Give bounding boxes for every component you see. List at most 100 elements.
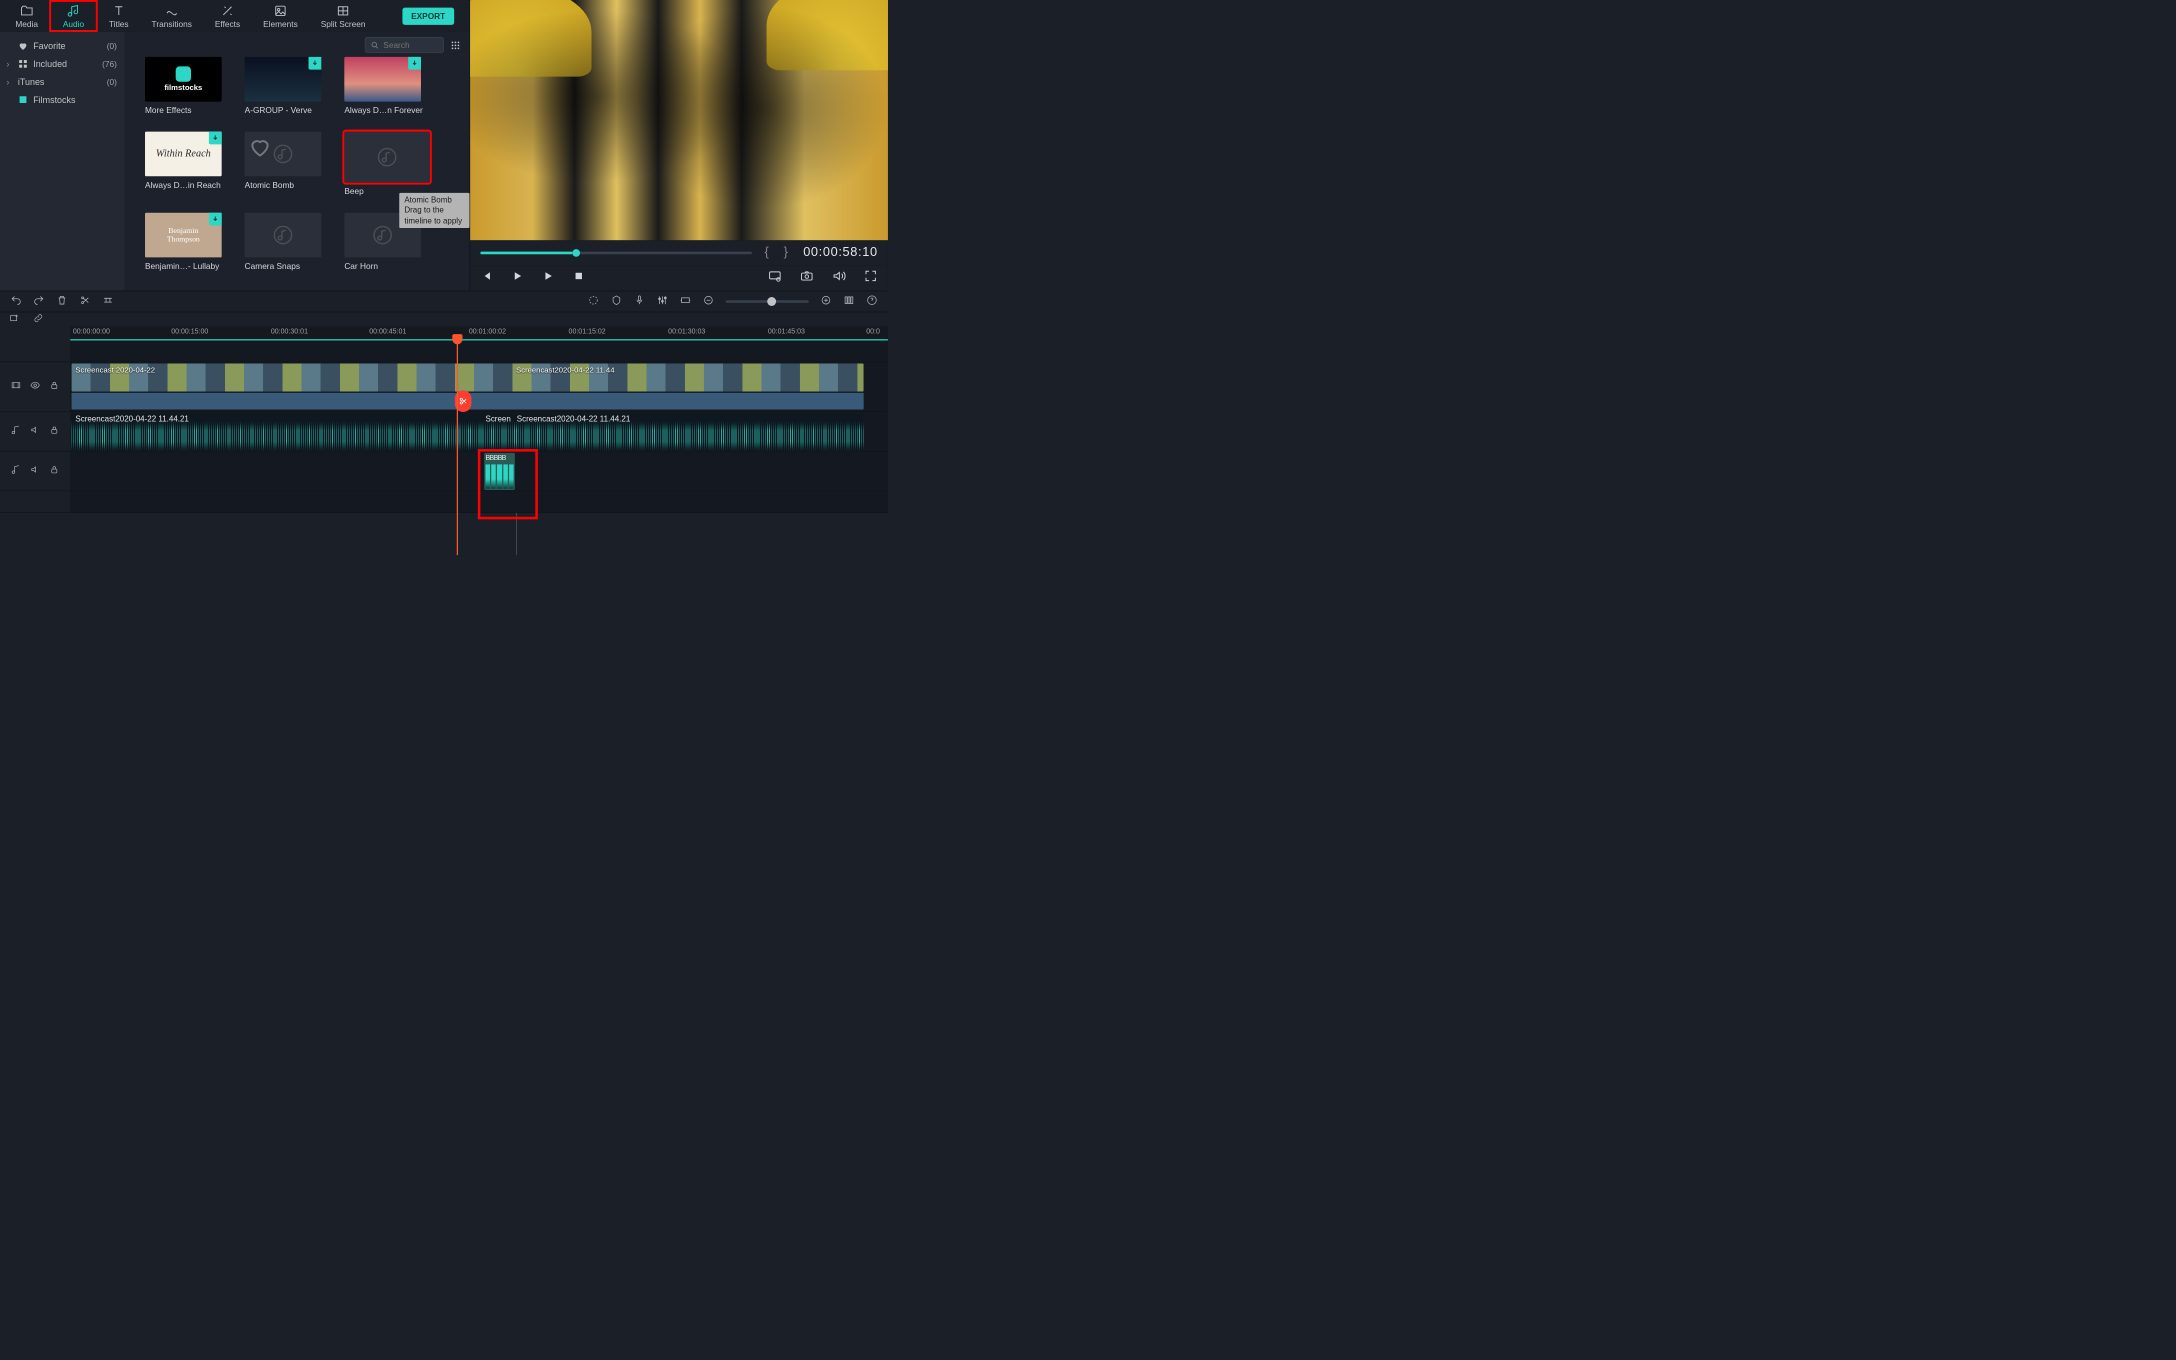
zoom-out-icon[interactable] <box>703 294 714 309</box>
card-label: More Effects <box>145 102 227 115</box>
undo-icon[interactable] <box>10 294 21 309</box>
clip-label: Screencast 2020-04-22 <box>75 365 155 374</box>
ruler-tick: 00:01:15:02 <box>569 328 606 336</box>
search-box[interactable] <box>365 37 444 53</box>
delete-icon[interactable] <box>56 294 67 309</box>
visibility-icon[interactable] <box>30 380 40 393</box>
sidebar-item-included[interactable]: › Included (76) <box>0 55 125 73</box>
clip-label: BBBBB <box>484 453 515 463</box>
card-forever[interactable]: Always D…n Forever <box>344 57 426 115</box>
tab-label: Effects <box>215 19 240 29</box>
brand-text: filmstocks <box>164 83 202 92</box>
display-settings-icon[interactable] <box>768 269 782 286</box>
step-back-button[interactable] <box>480 270 493 286</box>
fit-icon[interactable] <box>680 294 691 309</box>
audio-track-icon <box>11 425 21 438</box>
timeline-mini-toolbar <box>0 312 888 326</box>
video-track: Screencast 2020-04-22 Screencast2020-04-… <box>0 362 888 412</box>
video-track-icon <box>11 380 21 393</box>
lock-icon[interactable] <box>49 380 59 393</box>
timeline-ruler[interactable]: 00:00:00:00 00:00:15:00 00:00:30:01 00:0… <box>70 326 888 340</box>
audio-clip[interactable]: Screencast2020-04-22 11.44.21 Screen Scr… <box>72 413 864 450</box>
split-icon[interactable] <box>79 294 90 309</box>
card-label: Always D…n Forever <box>344 102 426 115</box>
download-icon[interactable] <box>209 213 222 226</box>
card-beep[interactable]: Beep <box>344 132 426 197</box>
preview-frame <box>470 0 888 240</box>
search-input[interactable] <box>383 40 434 50</box>
music-note-icon <box>271 142 294 165</box>
tab-media[interactable]: Media <box>4 0 50 32</box>
tab-label: Audio <box>63 19 84 29</box>
tab-split-screen[interactable]: Split Screen <box>309 0 377 32</box>
snapshot-icon[interactable] <box>800 269 814 286</box>
card-benjamin[interactable]: Benjamin Thompson Benjamin…- Lullaby <box>145 213 227 271</box>
card-verve[interactable]: A-GROUP - Verve <box>245 57 327 115</box>
timeline-tracks: Screencast 2020-04-22 Screencast2020-04-… <box>0 340 888 555</box>
stop-button[interactable] <box>572 270 585 286</box>
download-icon[interactable] <box>408 57 421 70</box>
add-media-icon[interactable] <box>9 313 19 326</box>
split-screen-icon <box>336 4 350 18</box>
tab-audio[interactable]: Audio <box>49 0 97 32</box>
thumb <box>344 57 421 102</box>
mixer-icon[interactable] <box>657 294 668 309</box>
video-clip-audio-band[interactable] <box>72 393 864 410</box>
audio-track-2: BBBBB <box>0 452 888 492</box>
manage-tracks-icon[interactable] <box>843 294 854 309</box>
link-icon[interactable] <box>33 313 43 326</box>
help-icon[interactable] <box>866 294 877 309</box>
download-icon[interactable] <box>209 132 222 145</box>
ruler-tick: 00:01:00:02 <box>469 328 506 336</box>
play-pause-button[interactable] <box>511 270 524 286</box>
grid-icon <box>18 59 28 69</box>
card-camera-snaps[interactable]: Camera Snaps <box>245 213 327 271</box>
sidebar-item-itunes[interactable]: › iTunes (0) <box>0 73 125 91</box>
render-icon[interactable] <box>588 294 599 309</box>
tab-transitions[interactable]: Transitions <box>140 0 203 32</box>
sidebar-item-filmstocks[interactable]: Filmstocks <box>0 91 125 109</box>
sidebar-label: Favorite <box>33 41 65 51</box>
play-button[interactable] <box>542 270 555 286</box>
voiceover-icon[interactable] <box>634 294 645 309</box>
playback-scrubber[interactable] <box>480 251 751 254</box>
volume-icon[interactable] <box>832 269 846 286</box>
card-label: Atomic Bomb <box>245 176 327 189</box>
tab-titles[interactable]: Titles <box>98 0 141 32</box>
sidebar-count: (0) <box>107 77 117 87</box>
tab-elements[interactable]: Elements <box>252 0 310 32</box>
heart-outline-icon[interactable] <box>248 135 271 158</box>
zoom-in-icon[interactable] <box>820 294 831 309</box>
card-more-effects[interactable]: filmstocks More Effects <box>145 57 227 115</box>
tooltip-hint: Drag to the timeline to apply <box>404 205 464 226</box>
fullscreen-icon[interactable] <box>864 269 878 286</box>
media-grid: filmstocks More Effects A-GROUP - Verve <box>125 57 470 271</box>
playback-scrubber-row: { } 00:00:58:10 <box>470 240 888 265</box>
crop-icon[interactable] <box>102 294 113 309</box>
mute-icon[interactable] <box>30 425 40 438</box>
zoom-slider[interactable] <box>726 300 809 303</box>
sidebar-item-favorite[interactable]: Favorite (0) <box>0 37 125 55</box>
redo-icon[interactable] <box>33 294 44 309</box>
video-clip[interactable]: Screencast 2020-04-22 Screencast2020-04-… <box>72 363 864 391</box>
ruler-tick: 00:00:45:01 <box>369 328 406 336</box>
download-icon[interactable] <box>309 57 322 70</box>
music-note-icon <box>66 4 80 18</box>
card-atomic-bomb[interactable]: Atomic Bomb <box>245 132 327 197</box>
export-button[interactable]: EXPORT <box>402 7 454 24</box>
view-toggle-icon[interactable] <box>450 40 460 50</box>
marker-icon[interactable] <box>611 294 622 309</box>
tab-effects[interactable]: Effects <box>203 0 251 32</box>
lock-icon[interactable] <box>49 425 59 438</box>
card-label: Car Horn <box>344 257 426 270</box>
playhead[interactable] <box>457 340 458 555</box>
filmstocks-icon <box>18 95 28 105</box>
mute-icon[interactable] <box>30 464 40 477</box>
ruler-tick: 00:01:45:03 <box>768 328 805 336</box>
card-within-reach[interactable]: Within Reach Always D…in Reach <box>145 132 227 197</box>
preview-timecode: 00:00:58:10 <box>803 245 878 260</box>
sidebar-label: Filmstocks <box>33 95 75 105</box>
ruler-tick: 00:00:00:00 <box>73 328 110 336</box>
lock-icon[interactable] <box>49 464 59 477</box>
beep-clip[interactable]: BBBBB <box>484 453 515 490</box>
